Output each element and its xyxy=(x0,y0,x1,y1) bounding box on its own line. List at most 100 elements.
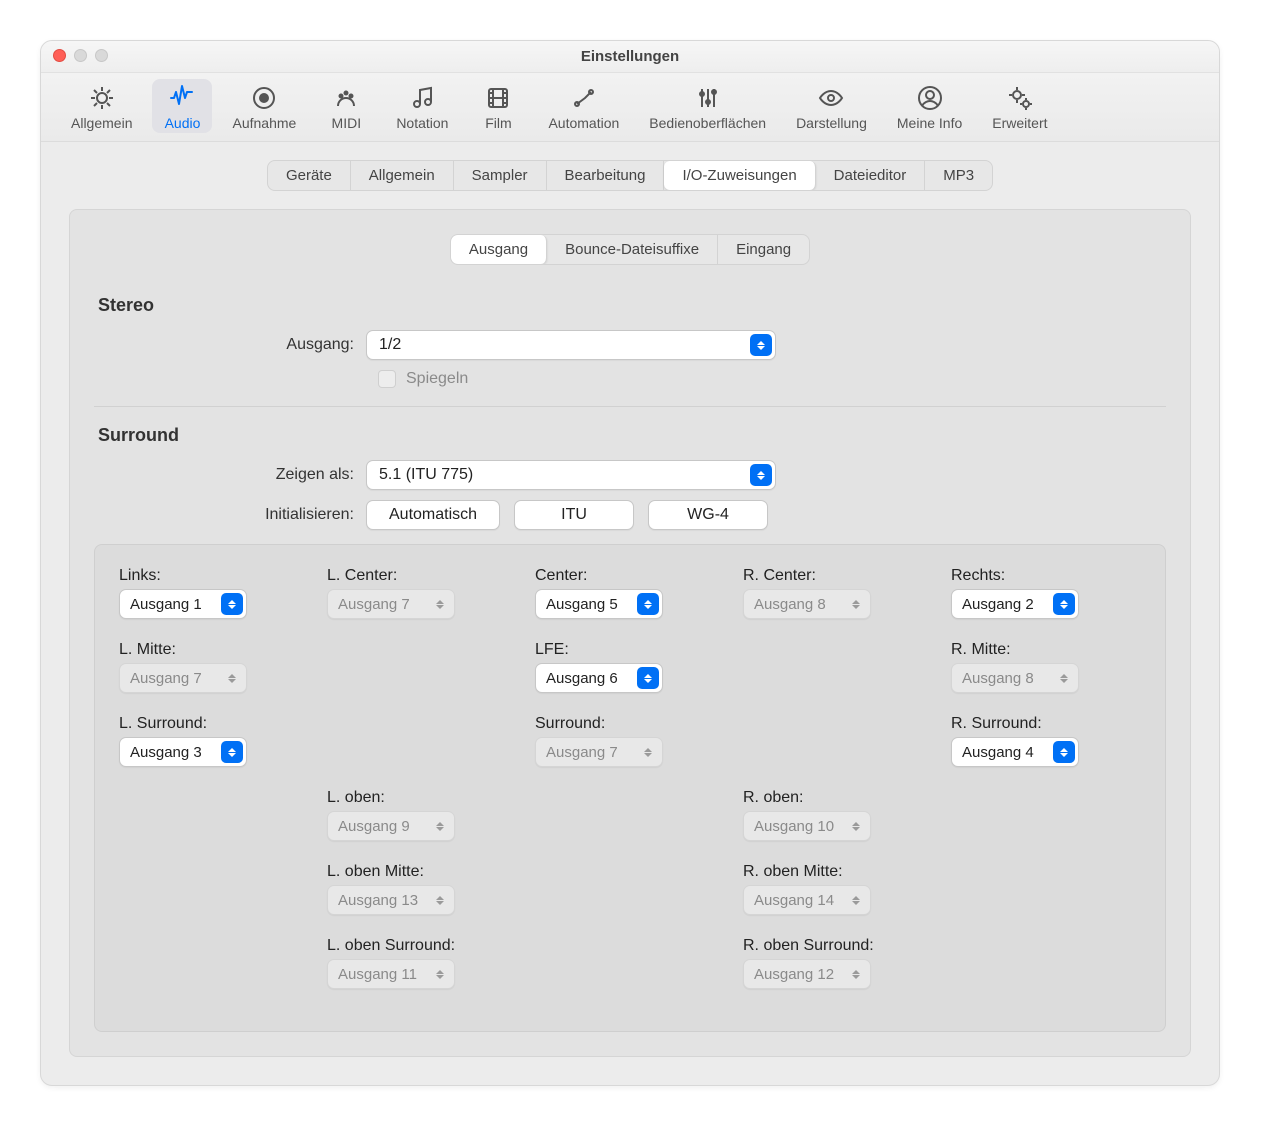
channel-lobens: L. oben Surround: Ausgang 11 xyxy=(327,937,517,989)
channel-popup-rechts[interactable]: Ausgang 2 xyxy=(951,589,1079,619)
channel-popup-lsurr[interactable]: Ausgang 3 xyxy=(119,737,247,767)
channel-rechts: Rechts: Ausgang 2 xyxy=(951,567,1141,619)
init-button-wg-4[interactable]: WG-4 xyxy=(648,500,768,530)
channel-label-lobenm: L. oben Mitte: xyxy=(327,863,517,881)
init-button-automatisch[interactable]: Automatisch xyxy=(366,500,500,530)
toolbar-tab-allgemein[interactable]: Allgemein xyxy=(61,79,142,133)
toolbar-tab-surfaces[interactable]: Bedienoberflächen xyxy=(639,79,776,133)
channel-label-lmitte: L. Mitte: xyxy=(119,641,309,659)
channel-label-lcenter: L. Center: xyxy=(327,567,517,585)
popup-arrows-icon xyxy=(221,593,243,615)
film-icon xyxy=(483,83,513,113)
zoom-window-button[interactable] xyxy=(95,49,108,62)
popup-arrows-icon xyxy=(750,464,772,486)
preferences-toolbar: Allgemein Audio Aufnahme MIDI Notation F… xyxy=(41,73,1219,142)
sliders-icon xyxy=(693,83,723,113)
toolbar-tab-audio[interactable]: Audio xyxy=(152,79,212,133)
channel-label-lsurr: L. Surround: xyxy=(119,715,309,733)
mirror-checkbox xyxy=(378,370,396,388)
popup-arrows-icon xyxy=(845,593,867,615)
io-tab-bounce-dateisuffixe[interactable]: Bounce-Dateisuffixe xyxy=(547,235,718,264)
toolbar-tab-label: Aufnahme xyxy=(232,115,296,131)
audio-tab-mp3[interactable]: MP3 xyxy=(925,161,992,190)
mirror-label: Spiegeln xyxy=(406,370,468,388)
channel-popup-lobenm: Ausgang 13 xyxy=(327,885,455,915)
channel-popup-lcenter: Ausgang 7 xyxy=(327,589,455,619)
channel-value-lcenter: Ausgang 7 xyxy=(338,596,410,613)
channel-value-lsurr: Ausgang 3 xyxy=(130,744,202,761)
channel-surr: Surround: Ausgang 7 xyxy=(535,715,725,767)
channel-value-center: Ausgang 5 xyxy=(546,596,618,613)
popup-arrows-icon xyxy=(637,593,659,615)
audio-tab-ger-te[interactable]: Geräte xyxy=(268,161,351,190)
channel-popup-robenm: Ausgang 14 xyxy=(743,885,871,915)
channel-value-lmitte: Ausgang 7 xyxy=(130,670,202,687)
io-assignments-panel: AusgangBounce-DateisuffixeEingang Stereo… xyxy=(69,209,1191,1057)
toolbar-tab-label: Audio xyxy=(165,115,201,131)
close-window-button[interactable] xyxy=(53,49,66,62)
toolbar-tab-display[interactable]: Darstellung xyxy=(786,79,877,133)
gear-icon xyxy=(87,83,117,113)
toolbar-tab-midi[interactable]: MIDI xyxy=(316,79,376,133)
io-tab-eingang[interactable]: Eingang xyxy=(718,235,809,264)
popup-arrows-icon xyxy=(1053,741,1075,763)
toolbar-tab-film[interactable]: Film xyxy=(468,79,528,133)
audio-subtabs: GeräteAllgemeinSamplerBearbeitungI/O-Zuw… xyxy=(267,160,993,191)
channel-lsurr: L. Surround: Ausgang 3 xyxy=(119,715,309,767)
popup-arrows-icon xyxy=(637,741,659,763)
channel-label-robens: R. oben Surround: xyxy=(743,937,933,955)
audio-tab-bearbeitung[interactable]: Bearbeitung xyxy=(547,161,665,190)
toolbar-tab-advanced[interactable]: Erweitert xyxy=(982,79,1057,133)
channel-popup-links[interactable]: Ausgang 1 xyxy=(119,589,247,619)
init-button-itu[interactable]: ITU xyxy=(514,500,634,530)
channel-value-rmitte: Ausgang 8 xyxy=(962,670,1034,687)
channel-roben: R. oben: Ausgang 10 xyxy=(743,789,933,841)
popup-arrows-icon xyxy=(429,963,451,985)
toolbar-tab-label: Notation xyxy=(396,115,448,131)
channel-label-rsurr: R. Surround: xyxy=(951,715,1141,733)
channel-popup-rsurr[interactable]: Ausgang 4 xyxy=(951,737,1079,767)
channel-popup-lobens: Ausgang 11 xyxy=(327,959,455,989)
audio-tab-i-o-zuweisungen[interactable]: I/O-Zuweisungen xyxy=(664,161,815,190)
toolbar-tab-notation[interactable]: Notation xyxy=(386,79,458,133)
midi-icon xyxy=(331,83,361,113)
channel-value-rcenter: Ausgang 8 xyxy=(754,596,826,613)
channel-links: Links: Ausgang 1 xyxy=(119,567,309,619)
channel-label-center: Center: xyxy=(535,567,725,585)
channel-label-lobens: L. oben Surround: xyxy=(327,937,517,955)
channel-label-rmitte: R. Mitte: xyxy=(951,641,1141,659)
channel-value-rsurr: Ausgang 4 xyxy=(962,744,1034,761)
surround-channel-grid: Links: Ausgang 1 L. Center: Ausgang 7 Ce… xyxy=(94,544,1166,1032)
automation-icon xyxy=(569,83,599,113)
audio-icon xyxy=(167,83,197,113)
channel-popup-surr: Ausgang 7 xyxy=(535,737,663,767)
toolbar-tab-automation[interactable]: Automation xyxy=(538,79,629,133)
toolbar-tab-label: Meine Info xyxy=(897,115,962,131)
toolbar-tab-label: Automation xyxy=(548,115,619,131)
stereo-output-popup[interactable]: 1/2 xyxy=(366,330,776,360)
popup-arrows-icon xyxy=(429,889,451,911)
toolbar-tab-myinfo[interactable]: Meine Info xyxy=(887,79,972,133)
channel-popup-center[interactable]: Ausgang 5 xyxy=(535,589,663,619)
audio-tab-dateieditor[interactable]: Dateieditor xyxy=(816,161,926,190)
window-controls xyxy=(53,49,108,62)
channel-value-lobenm: Ausgang 13 xyxy=(338,892,418,909)
toolbar-tab-label: Allgemein xyxy=(71,115,132,131)
toolbar-tab-aufnahme[interactable]: Aufnahme xyxy=(222,79,306,133)
audio-tab-sampler[interactable]: Sampler xyxy=(454,161,547,190)
audio-tab-allgemein[interactable]: Allgemein xyxy=(351,161,454,190)
popup-arrows-icon xyxy=(845,815,867,837)
popup-arrows-icon xyxy=(221,741,243,763)
show-as-popup[interactable]: 5.1 (ITU 775) xyxy=(366,460,776,490)
popup-arrows-icon xyxy=(750,334,772,356)
preferences-window: Einstellungen Allgemein Audio Aufnahme M… xyxy=(40,40,1220,1086)
channel-value-surr: Ausgang 7 xyxy=(546,744,618,761)
io-tab-ausgang[interactable]: Ausgang xyxy=(451,235,547,264)
channel-lmitte: L. Mitte: Ausgang 7 xyxy=(119,641,309,693)
channel-label-roben: R. oben: xyxy=(743,789,933,807)
channel-lfe: LFE: Ausgang 6 xyxy=(535,641,725,693)
minimize-window-button[interactable] xyxy=(74,49,87,62)
channel-robenm: R. oben Mitte: Ausgang 14 xyxy=(743,863,933,915)
channel-popup-lfe[interactable]: Ausgang 6 xyxy=(535,663,663,693)
channel-lobenm: L. oben Mitte: Ausgang 13 xyxy=(327,863,517,915)
